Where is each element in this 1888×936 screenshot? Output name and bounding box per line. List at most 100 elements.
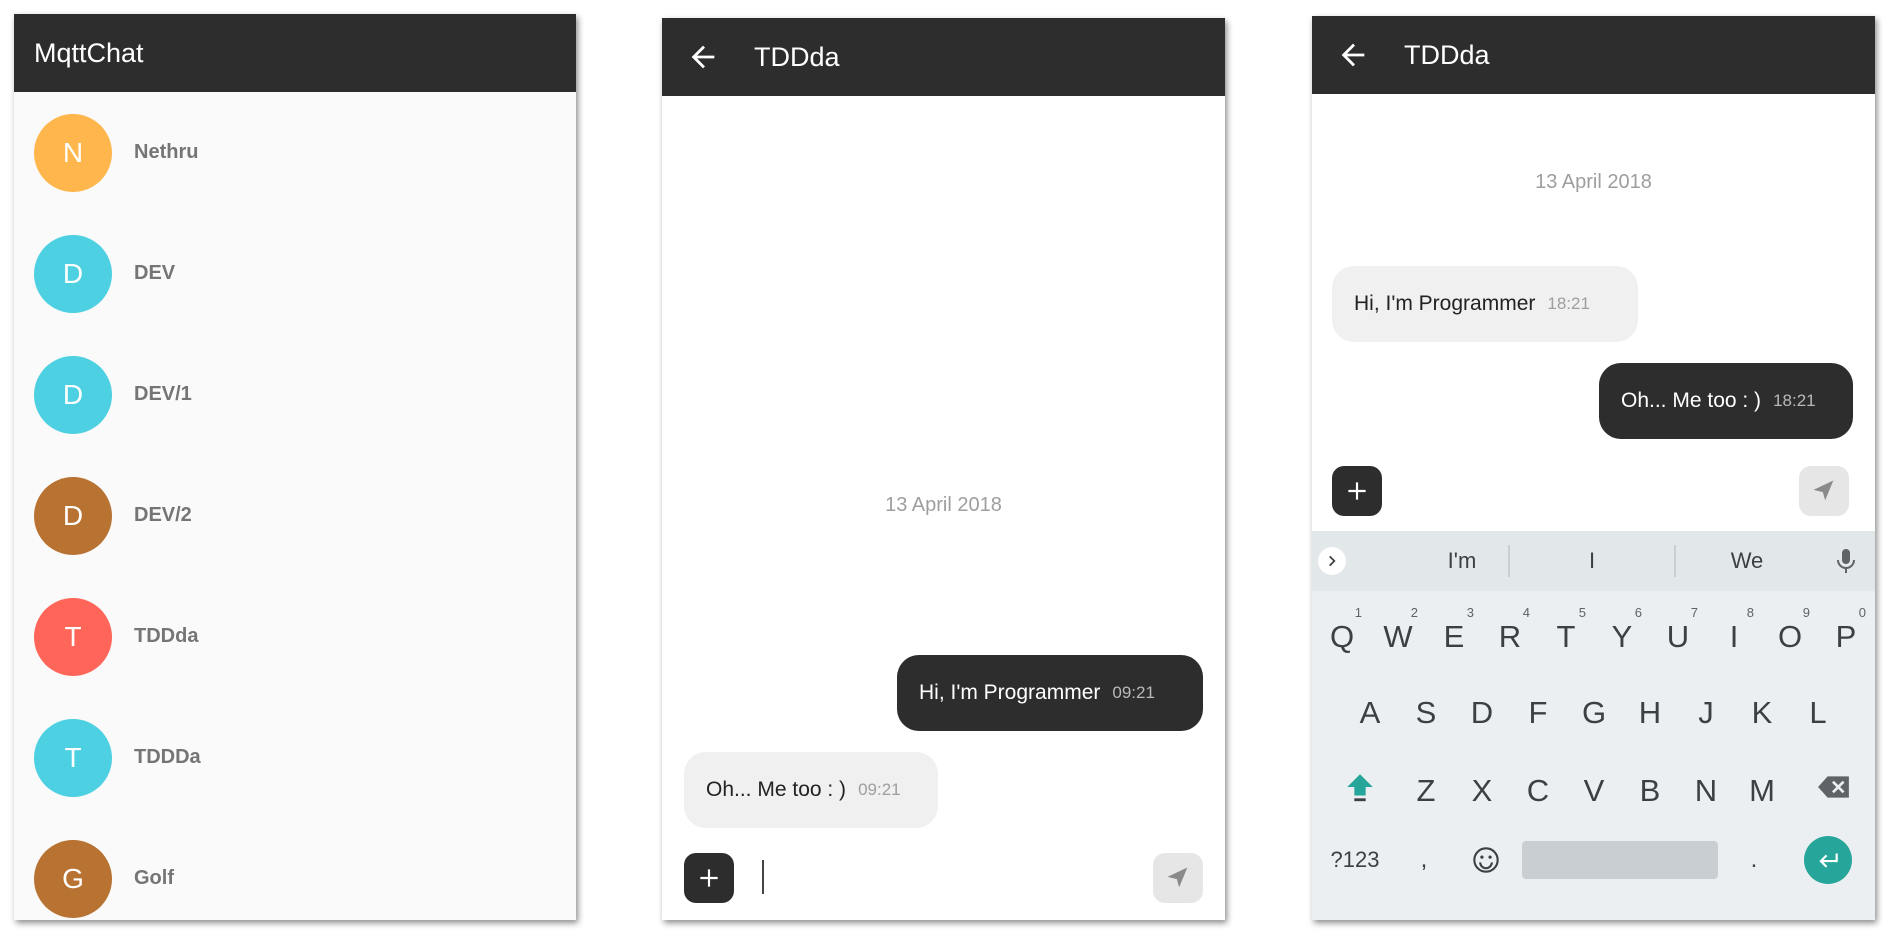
contact-item-nethru[interactable]: N Nethru	[14, 92, 576, 213]
app-bar: TDDda	[1312, 16, 1875, 94]
suggestion-1[interactable]: I'm	[1392, 531, 1532, 591]
text-cursor	[762, 860, 764, 894]
key-x[interactable]: X	[1454, 757, 1510, 821]
key-e[interactable]: 3E	[1426, 603, 1482, 667]
key-s[interactable]: S	[1398, 679, 1454, 743]
message-time: 09:21	[858, 780, 901, 799]
key-p[interactable]: 0P	[1818, 603, 1874, 667]
send-button[interactable]	[1153, 853, 1203, 903]
smiley-icon	[1473, 847, 1499, 873]
contact-item-dev-1[interactable]: D DEV/1	[14, 334, 576, 455]
key-i[interactable]: 8I	[1706, 603, 1762, 667]
key-n[interactable]: N	[1678, 757, 1734, 821]
key-v[interactable]: V	[1566, 757, 1622, 821]
key-m[interactable]: M	[1734, 757, 1790, 821]
enter-key[interactable]	[1804, 836, 1852, 884]
suggestion-3[interactable]: We	[1677, 531, 1817, 591]
key-o[interactable]: 9O	[1762, 603, 1818, 667]
microphone-icon[interactable]	[1835, 547, 1857, 575]
key-label: H	[1638, 695, 1662, 730]
message-input[interactable]	[752, 858, 1135, 900]
key-a[interactable]: A	[1342, 679, 1398, 743]
key-z[interactable]: Z	[1398, 757, 1454, 821]
avatar: T	[34, 597, 112, 676]
chat-keyboard-screen: TDDda 13 April 2018 Hi, I'm Programmer 1…	[1312, 16, 1875, 920]
key-label: K	[1751, 695, 1773, 730]
comma-key[interactable]: ,	[1396, 831, 1452, 889]
key-l[interactable]: L	[1790, 679, 1846, 743]
contact-item-dev-2[interactable]: D DEV/2	[14, 455, 576, 576]
message-input-row	[662, 848, 1225, 908]
key-label: I	[1729, 619, 1739, 654]
key-q[interactable]: 1Q	[1314, 603, 1370, 667]
key-r[interactable]: 4R	[1482, 603, 1538, 667]
contact-item-dev[interactable]: D DEV	[14, 213, 576, 334]
key-k[interactable]: K	[1734, 679, 1790, 743]
key-label: Z	[1416, 773, 1436, 808]
key-j[interactable]: J	[1678, 679, 1734, 743]
key-label: L	[1809, 695, 1827, 730]
key-w[interactable]: 2W	[1370, 603, 1426, 667]
space-bar[interactable]	[1522, 841, 1718, 879]
send-icon	[1813, 480, 1834, 501]
message-text: Hi, I'm Programmer	[1354, 292, 1536, 315]
key-label: N	[1694, 773, 1718, 808]
back-arrow-icon[interactable]	[1336, 38, 1370, 72]
key-label: J	[1698, 695, 1714, 730]
key-u[interactable]: 7U	[1650, 603, 1706, 667]
key-t[interactable]: 5T	[1538, 603, 1594, 667]
backspace-key[interactable]	[1806, 759, 1862, 815]
back-arrow-icon[interactable]	[686, 40, 720, 74]
app-title: MqttChat	[34, 37, 144, 68]
key-label: A	[1359, 695, 1381, 730]
contact-name: DEV/2	[134, 504, 192, 526]
contact-item-tddda[interactable]: T TDDda	[14, 576, 576, 697]
key-label: E	[1443, 619, 1465, 654]
key-g[interactable]: G	[1566, 679, 1622, 743]
shift-arrow-icon	[1347, 774, 1373, 802]
key-label: S	[1415, 695, 1437, 730]
message-bubble-incoming: Hi, I'm Programmer 18:21	[1332, 266, 1638, 342]
contact-item-tdddda[interactable]: T TDDDa	[14, 697, 576, 818]
enter-arrow-icon	[1819, 853, 1838, 868]
expand-toolbar-button[interactable]	[1318, 547, 1346, 575]
key-hint: 8	[1746, 605, 1754, 620]
key-label: W	[1383, 619, 1413, 654]
key-hint: 1	[1354, 605, 1362, 620]
key-label: U	[1666, 619, 1690, 654]
key-y[interactable]: 6Y	[1594, 603, 1650, 667]
message-bubble-outgoing: Oh... Me too : ) 18:21	[1599, 363, 1853, 439]
key-hint: 9	[1802, 605, 1810, 620]
suggestion-2[interactable]: I	[1522, 531, 1662, 591]
key-label: O	[1777, 619, 1803, 654]
key-d[interactable]: D	[1454, 679, 1510, 743]
app-bar: MqttChat	[14, 14, 576, 92]
period-key[interactable]: .	[1726, 831, 1782, 889]
key-label: Q	[1329, 619, 1355, 654]
key-label: D	[1470, 695, 1494, 730]
shift-key[interactable]	[1332, 759, 1388, 815]
chat-title: TDDda	[754, 41, 840, 72]
attach-button[interactable]	[684, 853, 734, 903]
emoji-key[interactable]	[1458, 831, 1514, 889]
backspace-icon	[1818, 776, 1849, 798]
message-text: Hi, I'm Programmer	[919, 681, 1101, 704]
key-f[interactable]: F	[1510, 679, 1566, 743]
contact-list-screen: MqttChat N Nethru D DEV D DEV/1 D DEV/2 …	[14, 14, 576, 920]
send-button[interactable]	[1799, 466, 1849, 516]
chat-title: TDDda	[1404, 39, 1490, 70]
date-separator: 13 April 2018	[1535, 171, 1652, 193]
avatar: D	[34, 234, 112, 313]
soft-keyboard: I'm I We 1Q 2W 3E 4R 5T 6Y 7U 8I 9O 0P A…	[1312, 531, 1875, 920]
contact-item-golf[interactable]: G Golf	[14, 818, 576, 920]
message-bubble-incoming: Oh... Me too : ) 09:21	[684, 752, 938, 828]
key-c[interactable]: C	[1510, 757, 1566, 821]
avatar: D	[34, 355, 112, 434]
app-bar: TDDda	[662, 18, 1225, 96]
attach-button[interactable]	[1332, 466, 1382, 516]
key-b[interactable]: B	[1622, 757, 1678, 821]
symbols-key[interactable]: ?123	[1320, 831, 1390, 889]
contact-name: DEV/1	[134, 383, 192, 405]
message-time: 18:21	[1773, 391, 1816, 410]
key-h[interactable]: H	[1622, 679, 1678, 743]
